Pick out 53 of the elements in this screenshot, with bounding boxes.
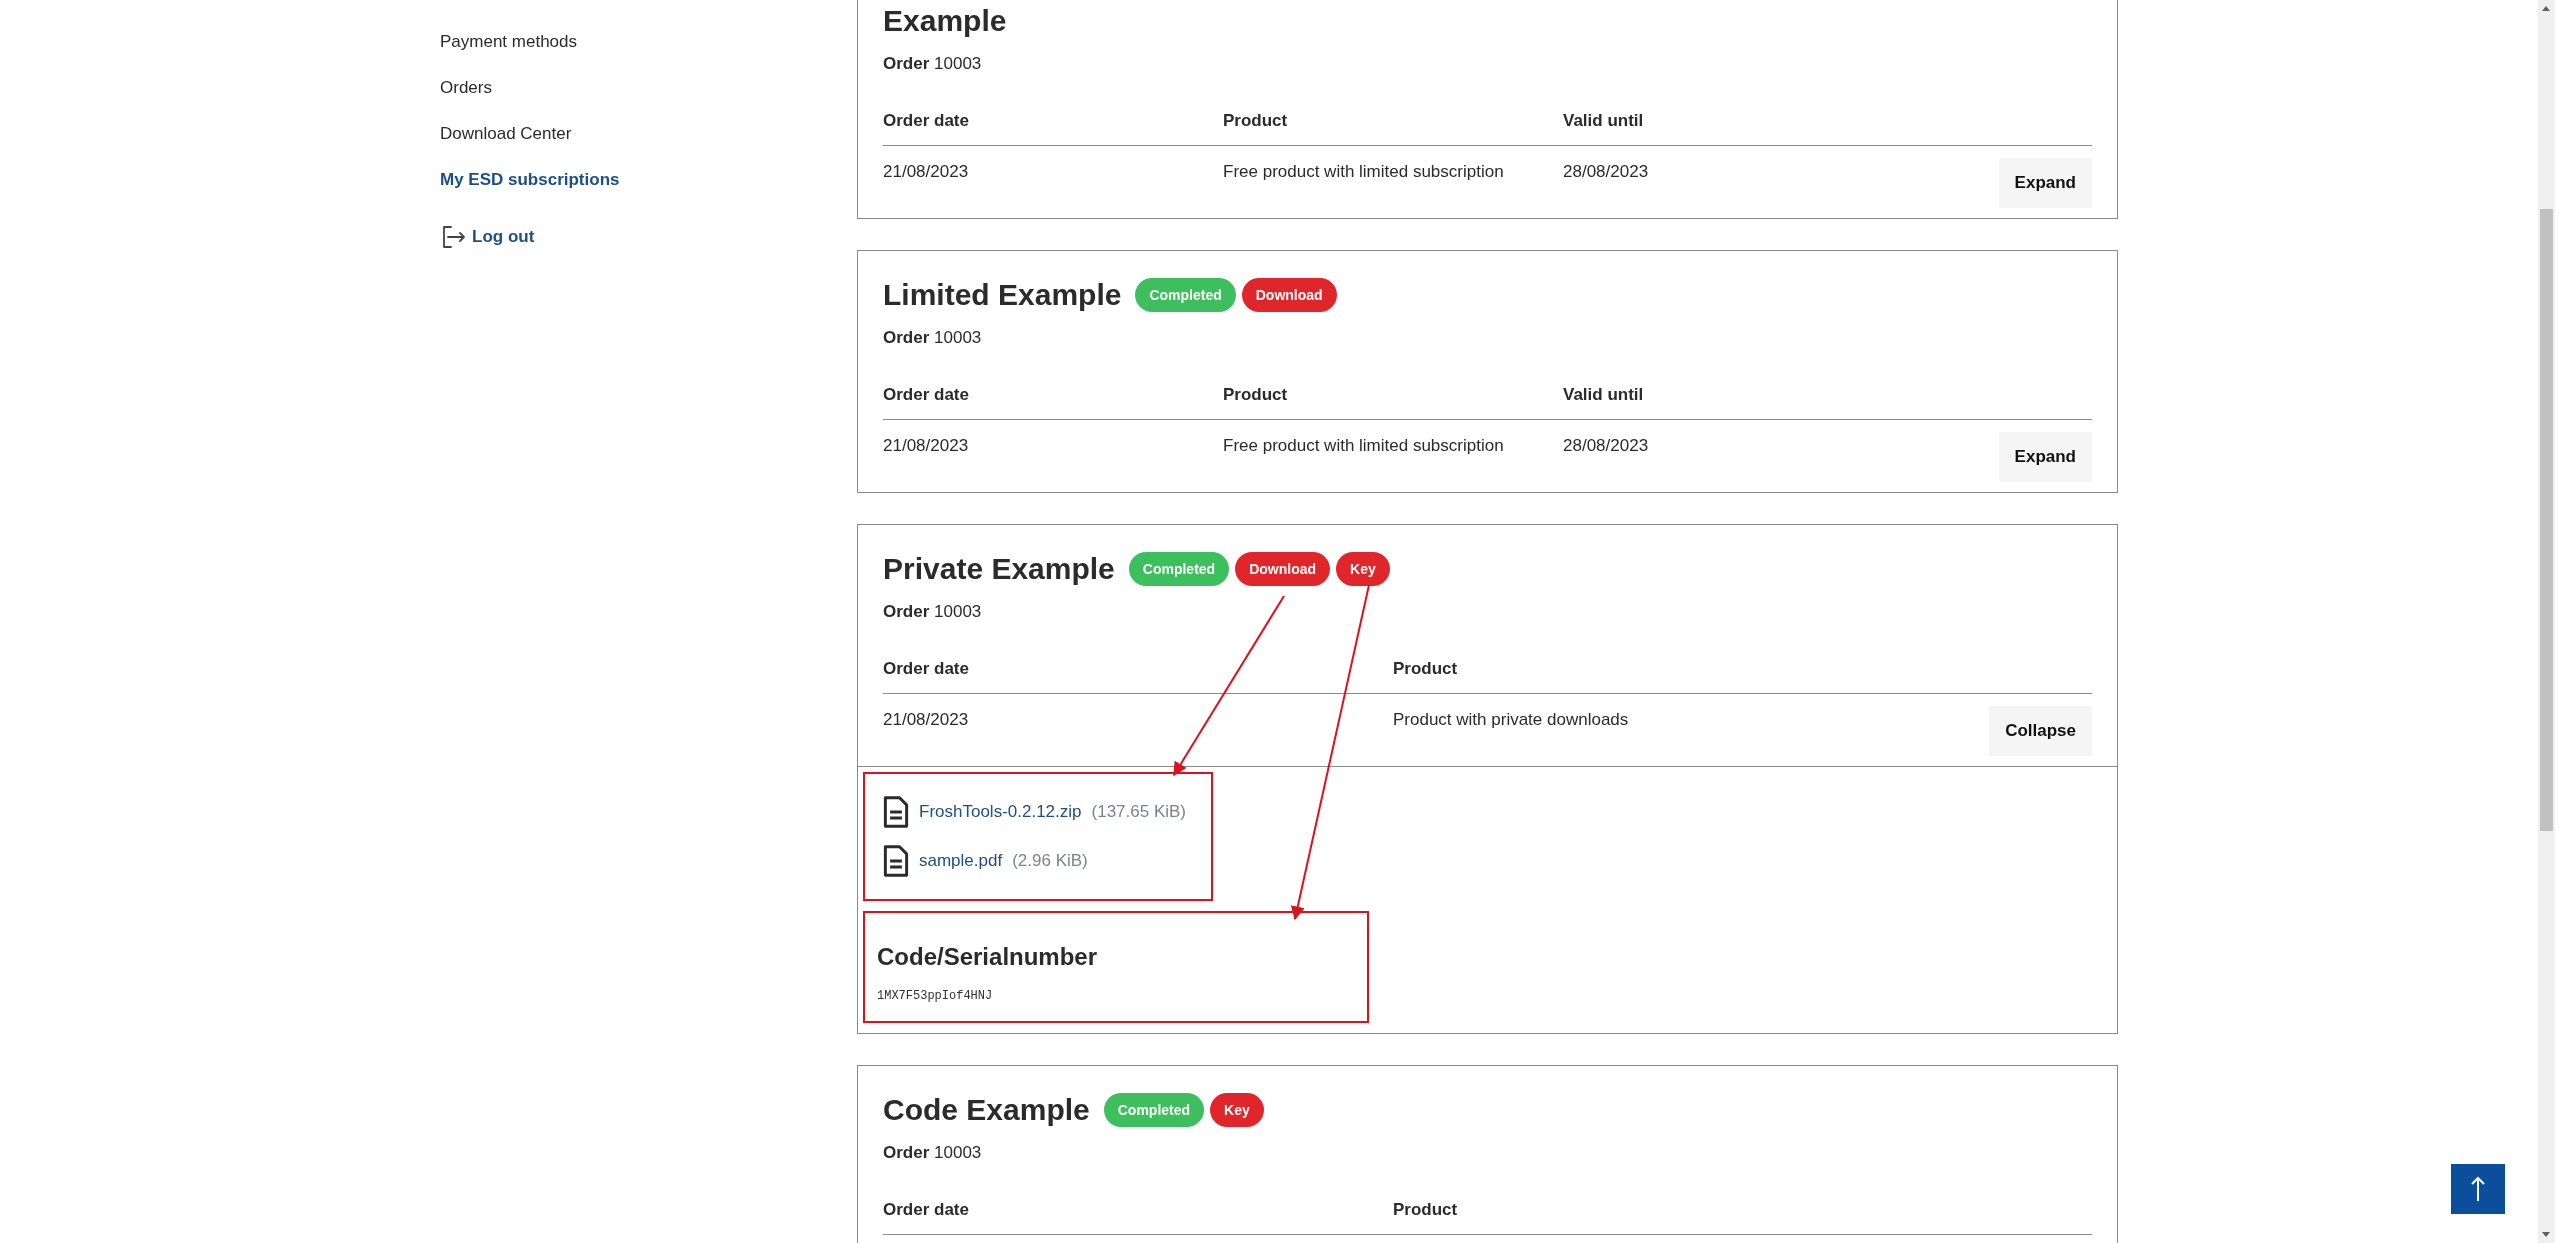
status-badge: Download — [1241, 278, 1337, 312]
document-icon — [883, 794, 909, 830]
column-header: Product — [1223, 111, 1289, 131]
table-cell-text: Free product with limited subscription — [1223, 162, 1505, 182]
table-cell-text: 21/08/2023 — [883, 710, 970, 730]
logout-link[interactable]: Log out — [472, 227, 535, 247]
order-number: Order 10003 — [882, 1142, 983, 1164]
toggle-button[interactable]: Expand — [1998, 158, 2092, 208]
file-size: (137.65 KiB) — [1091, 802, 1187, 822]
status-badge: Key — [1336, 552, 1390, 586]
sidebar-item[interactable]: Orders — [440, 76, 492, 100]
table-cell-text: Product with private downloads — [1393, 710, 1630, 730]
document-icon — [883, 843, 909, 879]
table-cell-text: Free product with limited subscription — [1223, 436, 1505, 456]
toggle-button[interactable]: Collapse — [1989, 706, 2092, 756]
up-arrow-icon — [2470, 1176, 2486, 1202]
subscription-title: Private Example — [883, 552, 1115, 586]
file-size: (2.96 KiB) — [1012, 851, 1088, 871]
scrollbar[interactable] — [2538, 0, 2555, 1243]
status-badge: Completed — [1128, 552, 1230, 586]
subscription-title: Example — [883, 4, 1007, 38]
column-header: Product — [1223, 385, 1289, 405]
sidebar-item[interactable]: Download Center — [440, 122, 572, 146]
subscription-title: Limited Example — [883, 278, 1122, 312]
sidebar-item[interactable]: My ESD subscriptions — [440, 168, 620, 192]
sidebar-item[interactable]: Payment methods — [440, 30, 577, 54]
table-cell-text: 21/08/2023 — [883, 162, 970, 182]
file-link[interactable]: sample.pdf — [919, 851, 1003, 871]
status-badge: Completed — [1103, 1093, 1205, 1127]
serial-heading: Code/Serialnumber — [877, 943, 1099, 971]
table-cell-text: 28/08/2023 — [1563, 162, 1650, 182]
status-badge: Completed — [1135, 278, 1236, 312]
column-header: Order date — [883, 659, 970, 679]
toggle-button[interactable]: Expand — [1998, 432, 2092, 482]
column-header: Valid until — [1563, 111, 1645, 131]
order-number: Order 10003 — [882, 327, 983, 349]
scroll-to-top-button[interactable] — [2451, 1164, 2505, 1214]
table-cell-text: 21/08/2023 — [883, 436, 970, 456]
serial-code: 1MX7F53ppIof4HNJ — [877, 989, 994, 1003]
column-header: Order date — [883, 111, 970, 131]
column-header: Order date — [883, 1200, 970, 1220]
file-link[interactable]: FroshTools-0.2.12.zip — [919, 802, 1082, 822]
column-header: Product — [1393, 659, 1459, 679]
logout-icon — [440, 224, 466, 250]
order-number: Order 10003 — [882, 53, 983, 75]
order-number: Order 10003 — [882, 601, 983, 623]
status-badge: Key — [1210, 1093, 1264, 1127]
column-header: Product — [1393, 1200, 1459, 1220]
column-header: Order date — [883, 385, 970, 405]
table-cell-text: 28/08/2023 — [1563, 436, 1650, 456]
column-header: Valid until — [1563, 385, 1645, 405]
status-badge: Download — [1235, 552, 1331, 586]
subscription-title: Code Example — [883, 1093, 1090, 1127]
